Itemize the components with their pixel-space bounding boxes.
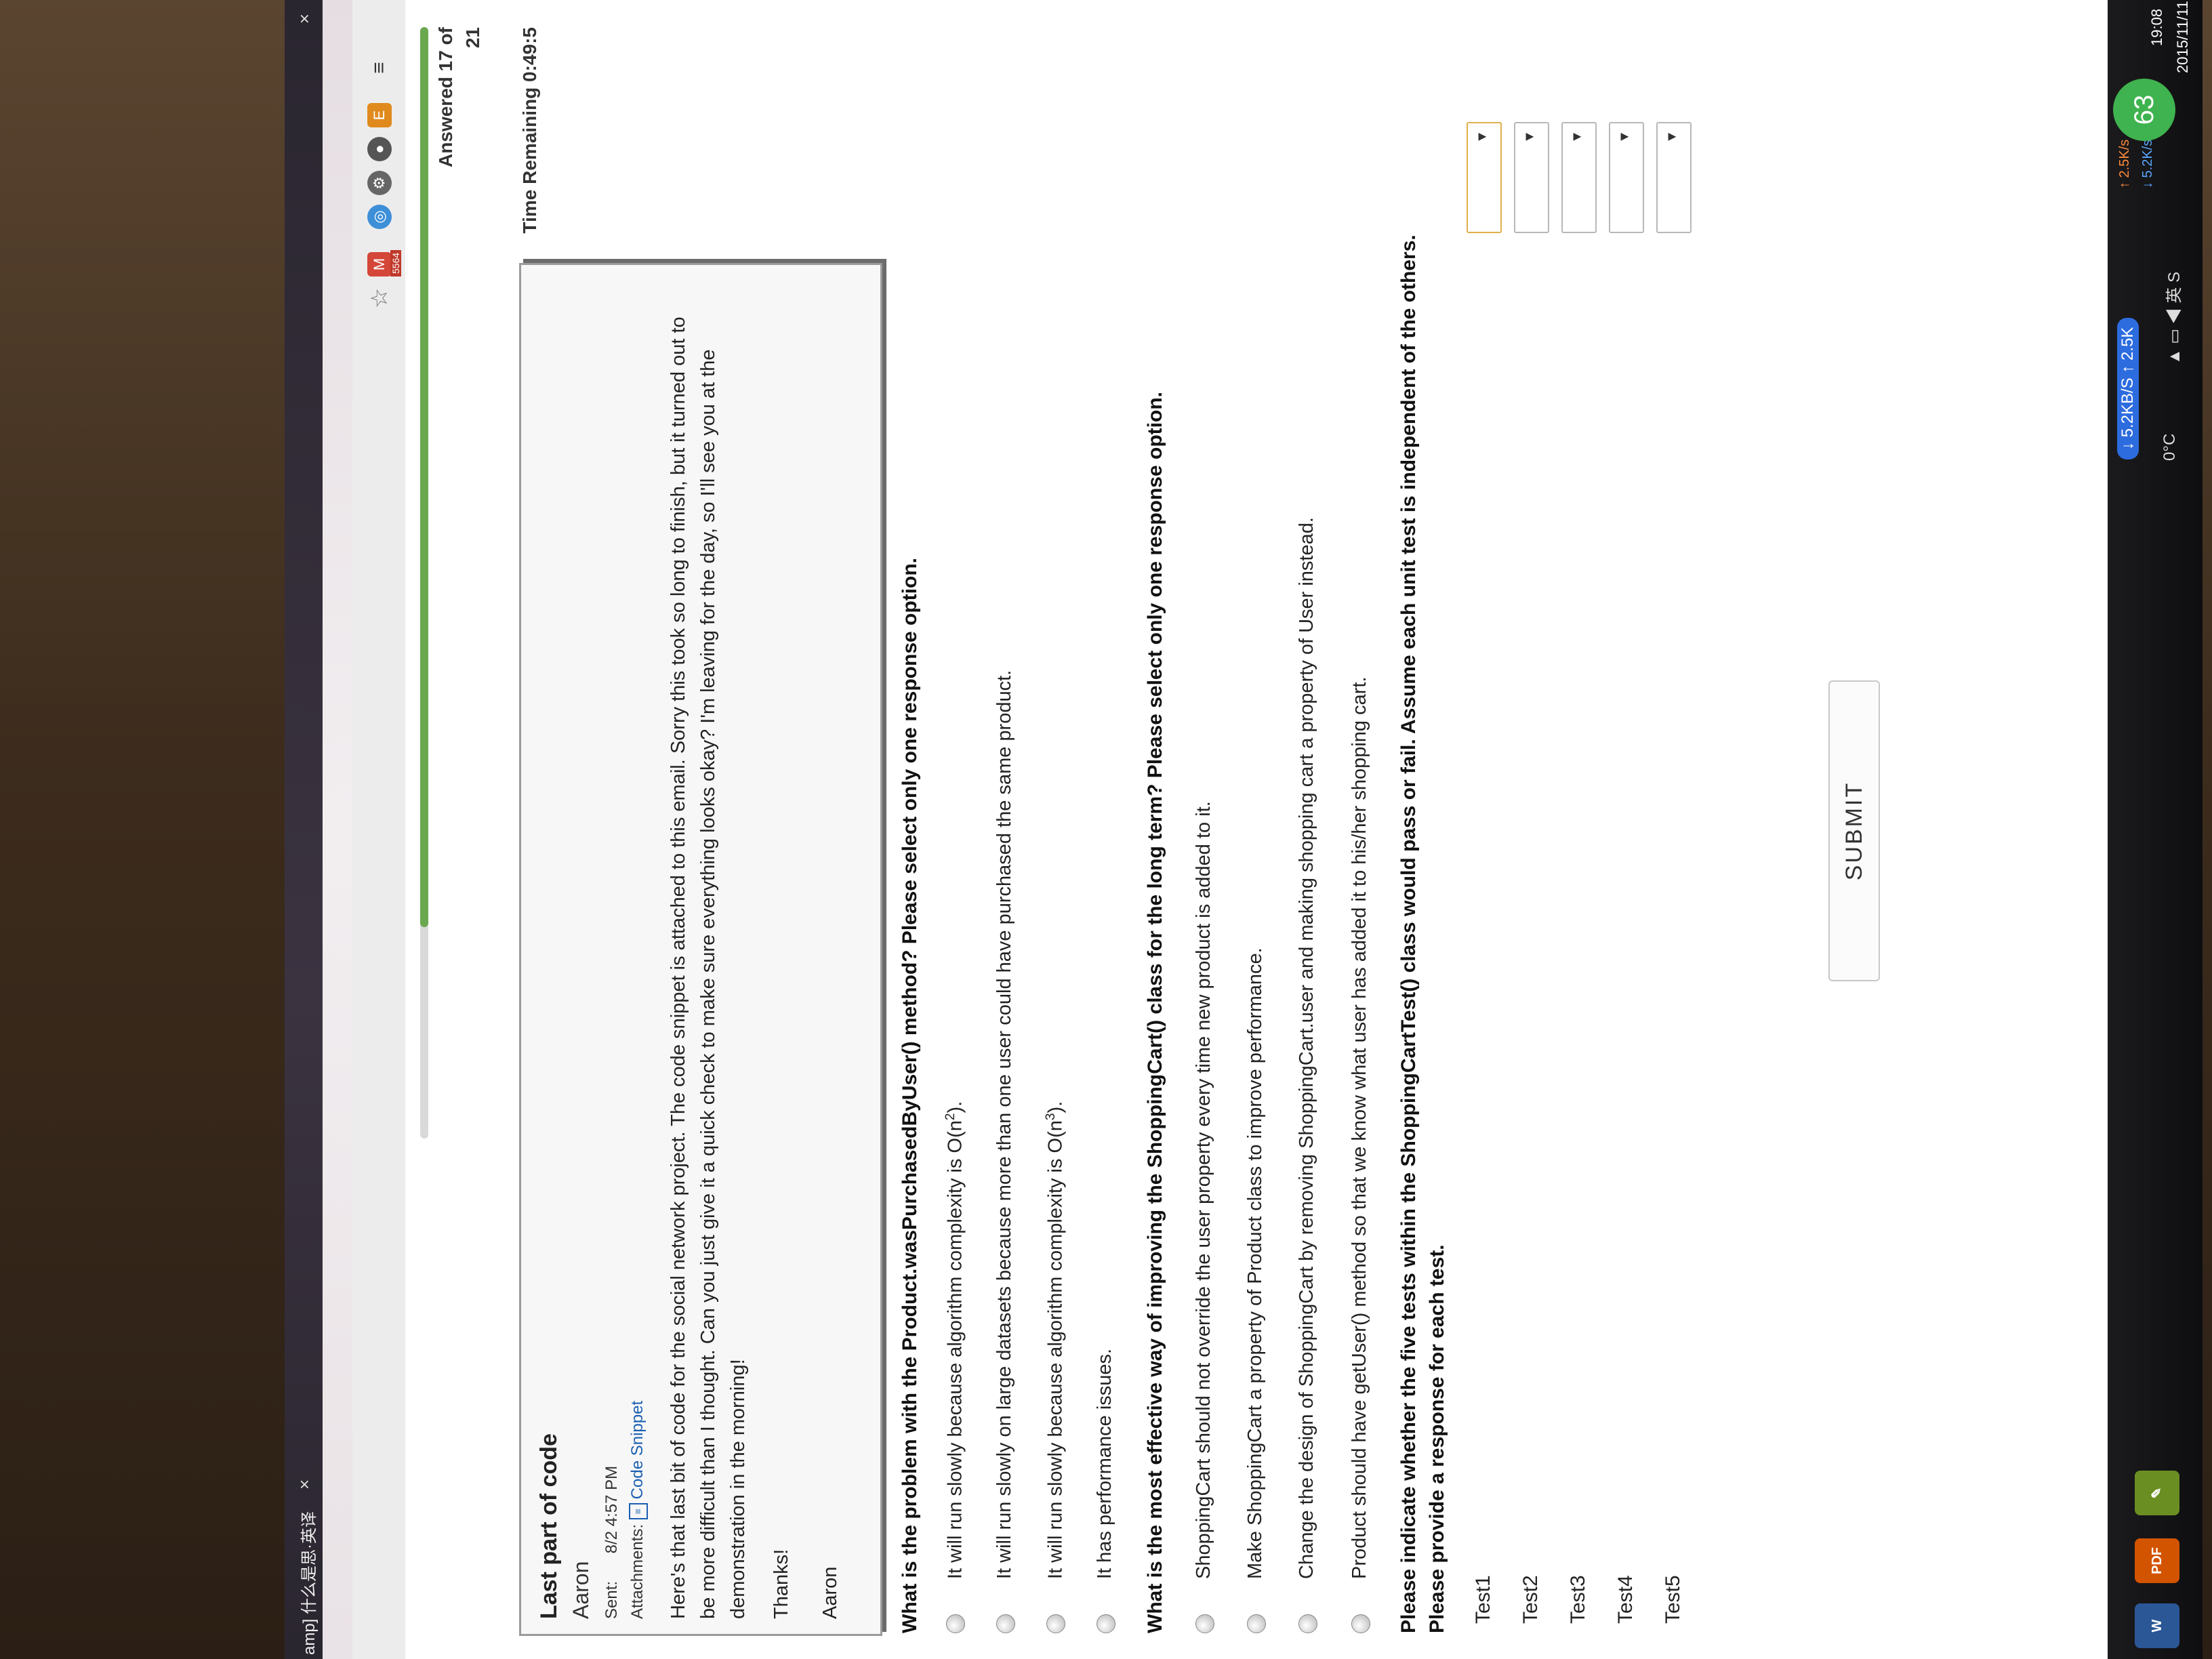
sent-label: Sent: [602,1580,621,1619]
email-thanks: Thanks! [771,1549,792,1619]
chevron-down-icon: ▼ [1570,130,1584,144]
question-1-prompt: What is the problem with the Product.was… [899,558,921,1633]
test-label: Test1 [1472,1575,1494,1624]
download-speed: ↓ 5.2K/s [2140,139,2155,188]
test-label: Test4 [1614,1575,1637,1624]
chrome-extension-icon[interactable]: ◎ [367,205,392,229]
email-body: Here's that last bit of code for the soc… [668,316,749,1619]
test-row-1: Test1 ▼ [1465,122,1503,1633]
browser-theme-decoration [323,0,352,1659]
code-snippet-attachment-link[interactable]: ≡ Code Snippet [628,1400,648,1520]
option-label: It will run slowly because algorithm com… [943,1101,966,1579]
radio-button[interactable] [1247,1614,1266,1633]
option-label: It will run slowly because algorithm com… [1044,1101,1067,1579]
email-panel: Last part of code Aaron Sent: 8/2 4:57 P… [519,263,882,1636]
attachments-label: Attachments: [628,1523,647,1619]
clock-date: 2015/11/11 [2174,1,2191,73]
editor-app-icon[interactable]: ✎ [2135,1471,2179,1515]
email-signature: Aaron [819,1566,841,1619]
email-subject: Last part of code [536,1433,562,1619]
email-attachments-row: Attachments: ≡ Code Snippet [628,1401,648,1619]
radio-button[interactable] [996,1614,1015,1633]
test-label: Test5 [1662,1575,1684,1624]
gmail-count-badge: 5564 [390,249,401,276]
tab-close-icon[interactable]: × [294,1479,315,1490]
chevron-down-icon: ▼ [1522,130,1537,144]
test-row-4: Test4 ▼ [1607,122,1645,1633]
browser-tab-strip: amp] 什么是思·英译 × × [285,0,328,1659]
sent-value: 8/2 4:57 PM [602,1465,621,1554]
test-row-3: Test3 ▼ [1560,122,1598,1633]
time-remaining: Time Remaining 0:49:5 [519,27,540,234]
radio-button[interactable] [1298,1614,1317,1633]
weather-indicator: 0°C [2160,433,2179,461]
test-row-2: Test2 ▼ [1513,122,1551,1633]
test-row-5: Test5 ▼ [1655,122,1693,1633]
extension-icon[interactable]: ⚙ [367,171,392,195]
answered-count: Answered 17 of [435,27,456,167]
question-3-instruction: Please provide a response for each test. [1426,1244,1448,1633]
evernote-icon[interactable]: E [367,103,392,127]
taskbar: W PDF ✎ ↓ 5.2KB/S ↑ 2.5K ↑ 2.5K/s ↓ 5.2K… [2108,0,2203,1659]
progress-bar [420,27,428,1139]
gmail-icon[interactable]: M [367,252,392,276]
browser-toolbar: ☆ M 5564 ◎ ⚙ ● E ≡ [352,0,407,1659]
test5-pass-fail-dropdown[interactable]: ▼ [1656,122,1692,233]
question-3-prompt: Please indicate whether the five tests w… [1397,234,1420,1633]
chevron-down-icon: ▼ [1664,130,1679,144]
word-app-icon[interactable]: W [2135,1603,2179,1648]
pdf-app-icon[interactable]: PDF [2135,1538,2179,1583]
submit-button[interactable]: SUBMIT [1828,680,1880,981]
upload-speed: ↑ 2.5K/s [2117,139,2132,188]
document-icon: ≡ [628,1503,648,1520]
radio-button[interactable] [1097,1614,1115,1633]
option-label: Product should have getUser() method so … [1349,676,1370,1579]
option-label: It has performance issues. [1094,1348,1115,1579]
assessment-page: Answered 17 of 21 Time Remaining 0:49:5 … [405,0,2113,1659]
test4-pass-fail-dropdown[interactable]: ▼ [1609,122,1644,233]
attachment-name: Code Snippet [628,1400,647,1500]
system-tray-icons[interactable]: ▲ ▭ ◀ 英 S [2160,272,2184,365]
test-label: Test3 [1567,1575,1589,1624]
extension-icon-2[interactable]: ● [367,137,392,161]
chevron-down-icon: ▼ [1617,130,1632,144]
test-label: Test2 [1519,1575,1542,1624]
browser-menu-icon[interactable]: ≡ [367,56,392,80]
option-label: Change the design of ShoppingCart by rem… [1296,517,1317,1579]
test2-pass-fail-dropdown[interactable]: ▼ [1514,122,1549,233]
radio-button[interactable] [946,1614,965,1633]
radio-button[interactable] [1046,1614,1065,1633]
test3-pass-fail-dropdown[interactable]: ▼ [1561,122,1597,233]
test1-pass-fail-dropdown[interactable]: ▼ [1467,122,1502,233]
chevron-down-icon: ▼ [1475,130,1490,144]
tab-title[interactable]: amp] 什么是思·英译 [295,1511,319,1655]
option-label: ShoppingCart should not override the use… [1193,801,1214,1579]
radio-button[interactable] [1351,1614,1370,1633]
radio-button[interactable] [1195,1614,1214,1633]
network-speed-indicator: ↓ 5.2KB/S ↑ 2.5K [2117,317,2139,459]
email-sent-row: Sent: 8/2 4:57 PM [602,1466,621,1619]
email-from: Aaron [569,1561,593,1619]
window-close-icon[interactable]: × [294,14,315,24]
option-label: It will run slowly on large datasets bec… [994,670,1015,1579]
option-label: Make ShoppingCart a property of Product … [1244,947,1266,1579]
screen: amp] 什么是思·英译 × × ☆ M 5564 ◎ ⚙ ● E ≡ Answ… [285,0,2203,1659]
clock-time: 19:08 [2148,8,2165,46]
network-monitor-badge[interactable]: 63 [2113,79,2175,141]
progress-bar-fill [420,27,428,928]
answered-total: 21 [462,27,483,49]
bookmark-star-icon[interactable]: ☆ [367,286,392,310]
question-2-prompt: What is the most effective way of improv… [1144,392,1166,1633]
